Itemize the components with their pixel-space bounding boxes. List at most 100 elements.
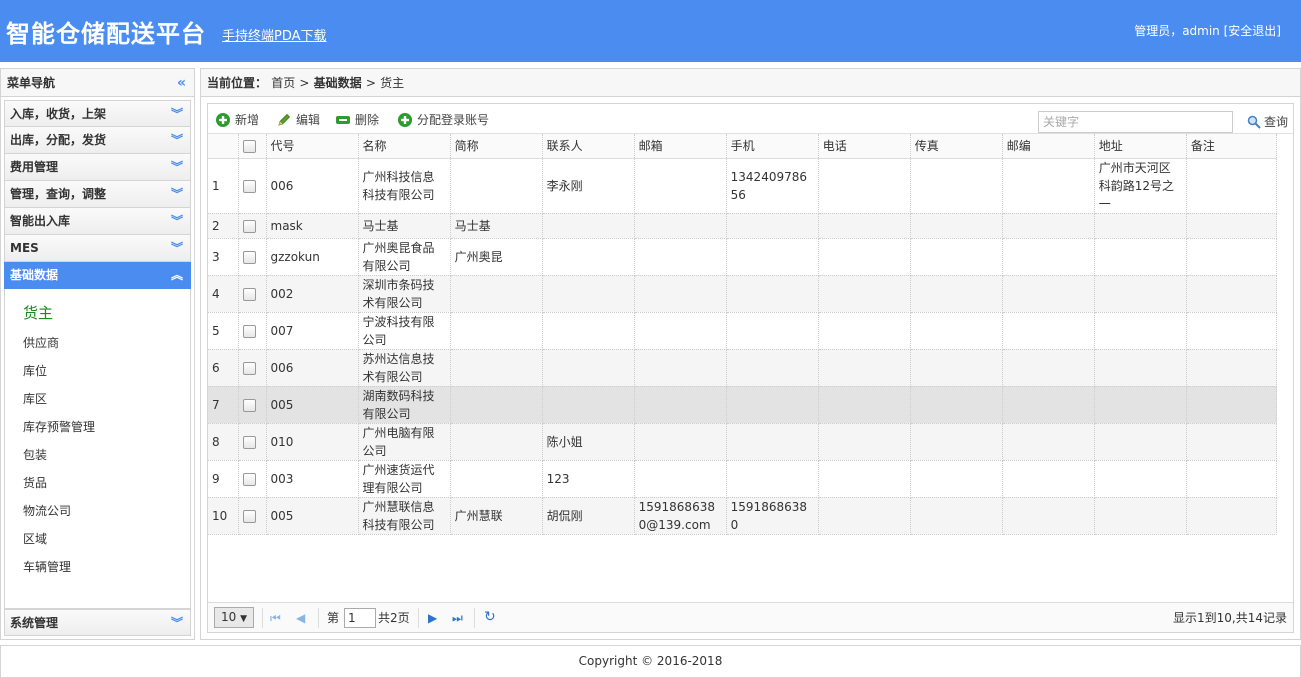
- row-checkbox[interactable]: [242, 179, 256, 193]
- row-checkbox[interactable]: [242, 509, 256, 523]
- submenu-item-goods[interactable]: 货品: [5, 469, 190, 497]
- cell-addr: [1094, 386, 1187, 424]
- submenu-item-packaging[interactable]: 包装: [5, 441, 190, 469]
- submenu-item-location[interactable]: 库位: [5, 357, 190, 385]
- row-checkbox[interactable]: [242, 472, 256, 486]
- cell-zip: [1002, 460, 1095, 498]
- table-row[interactable]: 8 010 广州电脑有限公司 陈小姐: [208, 423, 1278, 461]
- table-row[interactable]: 2 mask 马士基 马士基: [208, 213, 1278, 239]
- pagination-info: 显示1到10,共14记录: [1173, 611, 1287, 625]
- row-checkbox[interactable]: [242, 250, 256, 264]
- prev-page-icon[interactable]: ◀: [296, 609, 305, 627]
- refresh-icon[interactable]: ↻: [484, 608, 496, 626]
- cell-email: [634, 275, 727, 313]
- cell-name: 苏州达信息技术有限公司: [358, 349, 451, 387]
- keyword-search-input[interactable]: 关键字: [1038, 111, 1233, 133]
- submenu-item-stock-alert[interactable]: 库存预警管理: [5, 413, 190, 441]
- menu-group-label: 系统管理: [10, 616, 59, 630]
- cell-email: [634, 460, 727, 498]
- menu-group-system[interactable]: 系统管理 ︾: [4, 609, 191, 636]
- menu-group-smart-io[interactable]: 智能出入库 ︾: [4, 208, 191, 235]
- assign-account-button[interactable]: 分配登录账号: [397, 111, 489, 129]
- cell-fax: [910, 460, 1003, 498]
- column-header[interactable]: 联系人: [542, 134, 635, 159]
- cell-short: [450, 423, 543, 461]
- row-select-cell: [238, 460, 267, 498]
- page-size-select[interactable]: 10 ▼: [214, 607, 254, 628]
- chevron-down-icon: ︾: [170, 214, 183, 228]
- submenu-item-zone[interactable]: 库区: [5, 385, 190, 413]
- page-number-input[interactable]: 1: [344, 608, 376, 628]
- row-checkbox[interactable]: [242, 435, 256, 449]
- last-page-icon[interactable]: ⏭: [452, 609, 463, 627]
- menu-group-fees[interactable]: 费用管理 ︾: [4, 154, 191, 181]
- cell-note: [1186, 497, 1278, 535]
- table-row[interactable]: 9 003 广州速货运代理有限公司 123: [208, 460, 1278, 498]
- column-header[interactable]: 传真: [910, 134, 1003, 159]
- column-header[interactable]: 名称: [358, 134, 451, 159]
- next-page-icon[interactable]: ▶: [428, 609, 437, 627]
- submenu-item-supplier[interactable]: 供应商: [5, 329, 190, 357]
- search-button[interactable]: 查询: [1244, 111, 1288, 133]
- row-checkbox[interactable]: [242, 361, 256, 375]
- table-row[interactable]: 10 005 广州慧联信息科技有限公司 广州慧联 胡侃刚 15918686380@139.…: [208, 497, 1278, 535]
- column-header[interactable]: 邮编: [1002, 134, 1095, 159]
- menu-group-manage[interactable]: 管理，查询，调整 ︾: [4, 181, 191, 208]
- submenu-item-logistics[interactable]: 物流公司: [5, 497, 190, 525]
- row-checkbox[interactable]: [242, 324, 256, 338]
- cell-fax: [910, 213, 1003, 239]
- cell-contact: [542, 349, 635, 387]
- row-number: 5: [208, 312, 239, 350]
- row-checkbox[interactable]: [242, 287, 256, 301]
- cell-email: [634, 423, 727, 461]
- menu-group-label: 智能出入库: [10, 214, 71, 228]
- table-row[interactable]: 1 006 广州科技信息科技有限公司 李永刚 134240978656 广州市天河区科韵路…: [208, 158, 1278, 214]
- breadcrumb: 当前位置： 首页 > 基础数据 > 货主: [201, 69, 1300, 97]
- table-row[interactable]: 6 006 苏州达信息技术有限公司: [208, 349, 1278, 387]
- table-row[interactable]: 3 gzzokun 广州奥昆食品有限公司 广州奥昆: [208, 238, 1278, 276]
- column-header[interactable]: 简称: [450, 134, 543, 159]
- cell-phone: [818, 423, 911, 461]
- pager-divider: [474, 608, 475, 628]
- cell-zip: [1002, 158, 1095, 214]
- column-header[interactable]: 代号: [266, 134, 359, 159]
- first-page-icon[interactable]: ⏮: [270, 609, 281, 627]
- menu-group-inbound[interactable]: 入库，收货，上架 ︾: [4, 100, 191, 127]
- pda-download-link[interactable]: 手持终端PDA下载: [222, 25, 327, 44]
- cell-mobile: [726, 460, 819, 498]
- column-header[interactable]: 备注: [1186, 134, 1278, 159]
- delete-button[interactable]: 删除: [335, 111, 379, 129]
- cell-phone: [818, 158, 911, 214]
- table-row[interactable]: 7 005 湖南数码科技有限公司: [208, 386, 1278, 424]
- column-header[interactable]: 手机: [726, 134, 819, 159]
- menu-group-mes[interactable]: MES ︾: [4, 235, 191, 262]
- menu-accordion: 入库，收货，上架 ︾ 出库，分配，发货 ︾ 费用管理 ︾ 管理，查询，调整 ︾ 智能出入…: [4, 100, 191, 609]
- row-checkbox[interactable]: [242, 219, 256, 233]
- column-header[interactable]: 电话: [818, 134, 911, 159]
- add-icon: [398, 113, 412, 127]
- edit-button[interactable]: 编辑: [276, 111, 320, 129]
- select-all-checkbox[interactable]: [242, 139, 256, 153]
- cell-name: 湖南数码科技有限公司: [358, 386, 451, 424]
- row-checkbox[interactable]: [242, 398, 256, 412]
- cell-zip: [1002, 386, 1095, 424]
- collapse-sidebar-icon[interactable]: «: [177, 69, 186, 97]
- cell-note: [1186, 386, 1278, 424]
- cell-note: [1186, 460, 1278, 498]
- menu-group-basic-data[interactable]: 基础数据 ︽: [4, 262, 191, 289]
- cell-mobile: [726, 312, 819, 350]
- table-row[interactable]: 4 002 深圳市条码技术有限公司: [208, 275, 1278, 313]
- submenu-item-vehicle[interactable]: 车辆管理: [5, 553, 190, 581]
- cell-zip: [1002, 312, 1095, 350]
- cell-addr: [1094, 349, 1187, 387]
- breadcrumb-home[interactable]: 首页: [271, 76, 295, 90]
- submenu-item-owner[interactable]: 货主: [5, 299, 190, 329]
- menu-group-outbound[interactable]: 出库，分配，发货 ︾: [4, 127, 191, 154]
- column-header[interactable]: 邮箱: [634, 134, 727, 159]
- cell-note: [1186, 158, 1278, 214]
- column-header[interactable]: 地址: [1094, 134, 1187, 159]
- submenu-item-region[interactable]: 区域: [5, 525, 190, 553]
- table-row[interactable]: 5 007 宁波科技有限公司: [208, 312, 1278, 350]
- add-button[interactable]: 新增: [215, 111, 259, 129]
- logout-link[interactable]: [安全退出]: [1224, 24, 1281, 38]
